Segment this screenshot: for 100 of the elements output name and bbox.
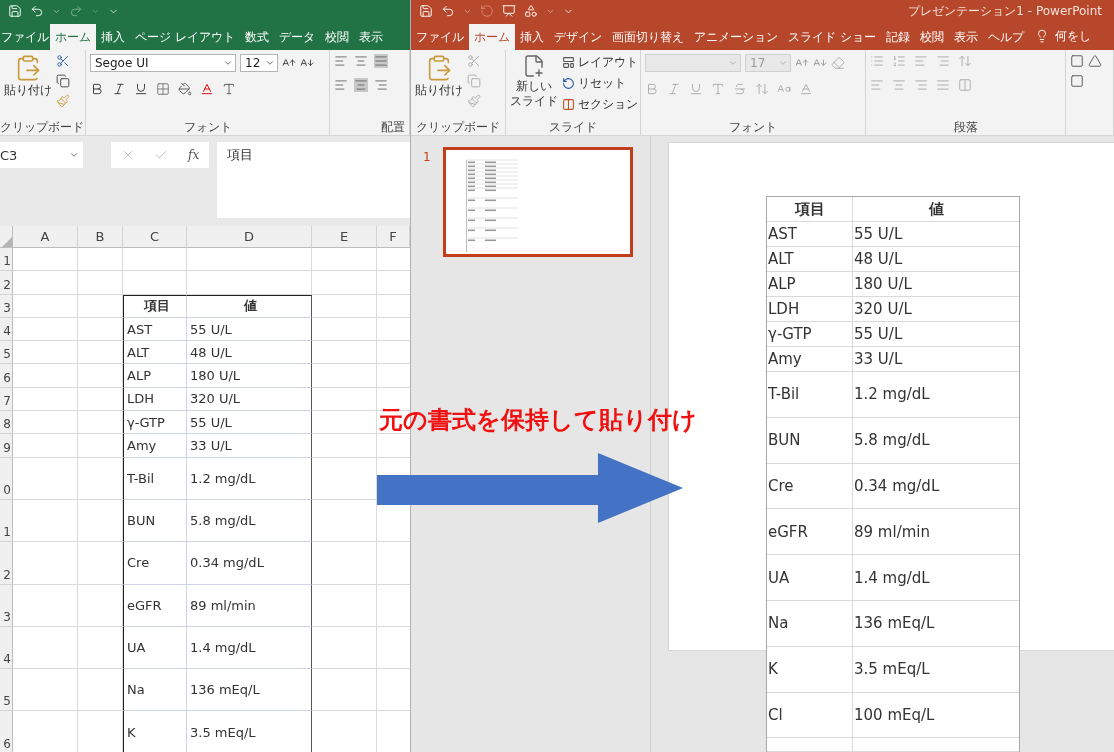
save-icon[interactable] [419,4,433,18]
decrease-indent-icon[interactable] [914,54,928,68]
ribbon-tab[interactable]: スライド ショー [783,24,881,50]
font-color-icon[interactable] [200,82,214,96]
enter-icon[interactable] [154,148,169,162]
font-size-field[interactable]: 12 [240,54,278,72]
column-header[interactable]: F [377,226,410,248]
align-right-icon[interactable] [374,78,388,92]
row-header[interactable]: 7 [0,387,13,412]
columns-icon[interactable] [958,78,972,92]
line-spacing-icon[interactable] [958,54,972,68]
row-header[interactable]: 2 [0,271,13,295]
caret-icon[interactable] [223,58,233,68]
row-header[interactable]: 1 [0,248,13,272]
increase-indent-icon[interactable] [936,54,950,68]
shapes-icon[interactable] [524,4,538,18]
column-header[interactable]: A [13,226,78,248]
copy-icon[interactable] [56,74,70,88]
ribbon-tab[interactable]: アニメーション [689,24,783,50]
ribbon-tab[interactable]: ヘルプ [982,24,1029,50]
row-header[interactable]: 8 [0,411,13,435]
align-middle-icon[interactable] [354,54,368,68]
row-header[interactable]: 6 [0,364,13,388]
format-painter-icon[interactable] [467,94,481,108]
undo-icon[interactable] [441,4,455,18]
paste-button[interactable]: 貼り付け [415,54,463,119]
ribbon-tab[interactable]: データ [273,24,320,50]
formula-field[interactable]: 項目 [217,142,410,218]
slide-thumbnail[interactable] [442,147,633,257]
ribbon-tab[interactable]: ページ レイアウト [130,24,240,50]
select-all-button[interactable] [0,226,13,248]
align-top-icon[interactable] [334,54,348,68]
align-left-icon[interactable] [334,78,348,92]
column-header[interactable]: D [187,226,312,248]
row-header[interactable]: 3 [0,584,13,627]
phonetic-icon[interactable] [222,82,236,96]
caret-icon[interactable] [728,58,738,68]
ribbon-tab[interactable]: 記録 [880,24,915,50]
font-name-field[interactable] [645,54,741,72]
align-center-icon[interactable] [892,78,906,92]
row-header[interactable]: 6 [0,711,13,752]
align-right-icon[interactable] [914,78,928,92]
redo-icon[interactable] [69,4,83,18]
clear-format-icon[interactable] [831,56,845,70]
ribbon-tab[interactable]: ホーム [50,24,96,50]
font-name-field[interactable]: Segoe UI [90,54,236,72]
row-header[interactable]: 0 [0,457,13,500]
row-header[interactable]: 9 [0,434,13,458]
slide-icon[interactable] [522,54,546,78]
save-icon[interactable] [8,4,22,18]
row-header[interactable]: 4 [0,626,13,670]
slideshow-icon[interactable] [502,4,516,18]
underline-icon[interactable] [134,82,148,96]
column-header[interactable]: C [123,226,187,248]
reset-button[interactable]: リセット [562,75,626,92]
format-painter-icon[interactable] [56,94,70,108]
layout-button[interactable]: レイアウト [562,54,638,71]
ribbon-tab[interactable]: 校閲 [914,24,949,50]
ribbon-tab[interactable]: ファイル [411,24,469,50]
data-table[interactable]: 項目 値 AST 55 U/L ALT 48 U/L ALP 180 U/L LDH 320 U/L γ-GTP 55 U/L Amy 33 U/L T-Bil 1.2 mg/dL BUN 5.8 mg/dL Cre 0.34 mg/dL eGFR 89 ml/min UA 1.4 mg/dL Na 136 mEq/L K 3.5 mEq/L Cl 100 mEq/L [766,196,1020,752]
insert-function-button[interactable]: fx [188,148,200,162]
ribbon-tab[interactable]: 校閲 [319,24,354,50]
row-header[interactable]: 4 [0,317,13,342]
ribbon-tab[interactable]: ファイル [0,24,50,50]
name-box[interactable]: C3 [0,142,83,168]
caret-icon[interactable] [778,58,788,68]
font-color-icon[interactable] [799,82,813,96]
triangle-icon[interactable] [1088,54,1102,68]
tell-me-field[interactable]: 何をし [1054,27,1091,45]
justify-icon[interactable] [936,78,950,92]
shadow-icon[interactable] [711,82,725,96]
italic-icon[interactable] [112,82,126,96]
ribbon-tab[interactable]: デザイン [549,24,607,50]
ribbon-tab[interactable]: 画面切り替え [607,24,689,50]
align-left-icon[interactable] [870,78,884,92]
spacing-icon[interactable] [755,82,769,96]
align-bottom-icon[interactable] [374,54,388,68]
fill-color-icon[interactable] [178,82,192,96]
redo-icon[interactable] [480,4,494,18]
section-icon[interactable] [562,98,575,111]
strikethrough-icon[interactable] [733,82,747,96]
shape-icon[interactable] [1070,74,1084,88]
caret-icon[interactable] [265,58,275,68]
align-center-icon[interactable] [354,78,368,92]
numbering-icon[interactable] [892,54,906,68]
ribbon-tab[interactable]: ホーム [469,24,515,50]
new-slide-button[interactable]: 新しい スライド [510,54,558,119]
column-header[interactable]: E [312,226,377,248]
ribbon-tab[interactable]: 表示 [353,24,388,50]
section-button[interactable]: セクション [562,96,638,113]
row-header[interactable]: 1 [0,499,13,543]
layout-icon[interactable] [562,56,575,69]
row-header[interactable]: 2 [0,542,13,585]
shape-icon[interactable] [1070,54,1084,68]
ribbon-tab[interactable]: 表示 [948,24,983,50]
row-header[interactable]: 3 [0,294,13,318]
column-header[interactable]: B [78,226,123,248]
reset-icon[interactable] [562,77,575,90]
row-header[interactable]: 5 [0,341,13,365]
ribbon-tab[interactable]: 挿入 [96,24,130,50]
